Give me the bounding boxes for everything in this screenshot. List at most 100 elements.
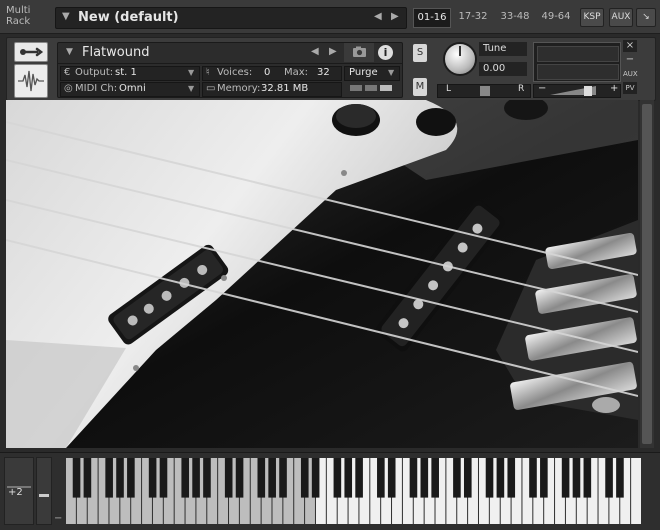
multi-rack-label: Multi Rack (6, 5, 31, 27)
instrument-artwork (6, 100, 638, 448)
volume-handle[interactable] (584, 86, 592, 96)
mod-wheel[interactable] (36, 457, 52, 525)
tune-label: Tune (479, 42, 527, 56)
tab-33-48[interactable]: 33-48 (497, 8, 533, 26)
purge-meter (350, 85, 394, 91)
tune-value[interactable]: 0.00 (479, 62, 527, 76)
snapshot-camera-icon[interactable] (344, 43, 374, 62)
black-key[interactable] (268, 458, 276, 498)
waveform-icon[interactable] (14, 64, 48, 98)
black-key[interactable] (279, 458, 287, 498)
black-key[interactable] (616, 458, 624, 498)
black-key[interactable] (333, 458, 342, 498)
midi-chevron-icon[interactable]: ▼ (188, 84, 194, 93)
output-icon: € (64, 67, 71, 78)
memory-icon: ▭ (206, 83, 216, 94)
black-key[interactable] (311, 458, 320, 498)
solo-button[interactable]: S (413, 44, 427, 62)
piano-keyboard[interactable] (66, 458, 642, 524)
wrench-icon[interactable] (14, 42, 48, 62)
pan-handle[interactable] (480, 86, 490, 96)
info-icon[interactable]: i (378, 45, 393, 60)
memory-value: 32.81 MB (261, 83, 309, 94)
instrument-header: ▼ Flatwound ◀ ▶ i € Output: st. 1 ▼ ♮ Vo… (6, 37, 656, 101)
black-key[interactable] (377, 458, 385, 498)
bass-guitar-image (6, 100, 638, 448)
black-key[interactable] (420, 458, 429, 498)
black-key[interactable] (159, 458, 168, 498)
black-key[interactable] (257, 458, 266, 498)
rack-scrollbar-thumb[interactable] (642, 104, 652, 444)
mute-button[interactable]: M (413, 78, 427, 96)
black-key[interactable] (507, 458, 516, 498)
black-key[interactable] (148, 458, 157, 498)
rack-name: New (default) (78, 10, 179, 25)
rack-name-field[interactable]: ▼ New (default) ◀ ▶ (55, 7, 407, 29)
collapse-icon[interactable]: ↘ (636, 8, 656, 27)
black-key[interactable] (203, 458, 211, 498)
instrument-menu-chevron-icon[interactable]: ▼ (66, 47, 73, 57)
output-field[interactable]: € Output: st. 1 ▼ (60, 66, 200, 81)
ksp-button[interactable]: KSP (580, 8, 604, 27)
instrument-name: Flatwound (82, 45, 150, 60)
instrument-next-icon[interactable]: ▶ (329, 46, 337, 57)
output-value: st. 1 (115, 67, 137, 78)
pv-toggle-button[interactable]: PV (623, 82, 637, 94)
black-key[interactable] (181, 458, 190, 498)
voices-field[interactable]: ♮ Voices: 0 Max: 32 (202, 66, 342, 81)
midi-channel-value: Omni (119, 83, 146, 94)
black-key[interactable] (453, 458, 461, 498)
tab-01-16[interactable]: 01-16 (413, 8, 451, 28)
tab-49-64[interactable]: 49-64 (538, 8, 574, 26)
multi-rack-header: Multi Rack ▼ New (default) ◀ ▶ 01-16 17-… (0, 0, 660, 34)
black-key[interactable] (83, 458, 92, 498)
level-meter (533, 42, 621, 82)
black-key[interactable] (224, 458, 233, 498)
black-key[interactable] (463, 458, 472, 498)
black-key[interactable] (409, 458, 418, 498)
octave-label: +2 (8, 487, 23, 498)
max-voices-value[interactable]: 32 (317, 67, 330, 78)
black-key[interactable] (127, 458, 135, 498)
octave-down-button[interactable]: − (54, 513, 62, 524)
black-key[interactable] (540, 458, 548, 498)
black-key[interactable] (116, 458, 124, 498)
instrument-info-panel: ▼ Flatwound ◀ ▶ i € Output: st. 1 ▼ ♮ Vo… (57, 42, 403, 98)
black-key[interactable] (235, 458, 244, 498)
midi-icon: ◎ (64, 83, 73, 94)
aux-toggle-button[interactable]: AUX (623, 68, 638, 80)
volume-slider[interactable]: − + (533, 83, 621, 98)
black-key[interactable] (300, 458, 309, 498)
black-key[interactable] (105, 458, 113, 498)
minimize-instrument-icon[interactable]: − (623, 54, 637, 66)
black-key[interactable] (572, 458, 581, 498)
midi-channel-field[interactable]: ◎ MIDI Ch: Omni ▼ (60, 82, 200, 97)
rack-prev-arrow-icon[interactable]: ◀ (374, 11, 382, 22)
rack-menu-chevron-icon[interactable]: ▼ (62, 11, 70, 22)
pan-slider[interactable]: L R (437, 84, 531, 98)
output-chevron-icon[interactable]: ▼ (188, 68, 194, 77)
black-key[interactable] (192, 458, 200, 498)
close-instrument-icon[interactable]: × (623, 40, 637, 52)
tab-17-32[interactable]: 17-32 (455, 8, 491, 26)
instrument-prev-icon[interactable]: ◀ (311, 46, 319, 57)
tune-knob[interactable] (443, 42, 477, 76)
black-key[interactable] (485, 458, 494, 498)
black-key[interactable] (387, 458, 396, 498)
voices-value: 0 (264, 67, 271, 78)
purge-chevron-icon[interactable]: ▼ (388, 68, 394, 77)
voices-icon: ♮ (206, 67, 210, 78)
white-key[interactable] (631, 458, 641, 524)
aux-button[interactable]: AUX (609, 8, 633, 27)
black-key[interactable] (72, 458, 81, 498)
black-key[interactable] (496, 458, 505, 498)
black-key[interactable] (605, 458, 613, 498)
rack-next-arrow-icon[interactable]: ▶ (391, 11, 399, 22)
black-key[interactable] (431, 458, 439, 498)
black-key[interactable] (583, 458, 592, 498)
purge-dropdown[interactable]: Purge ▼ (344, 66, 400, 81)
black-key[interactable] (529, 458, 537, 498)
black-key[interactable] (561, 458, 570, 498)
black-key[interactable] (344, 458, 353, 498)
black-key[interactable] (355, 458, 363, 498)
